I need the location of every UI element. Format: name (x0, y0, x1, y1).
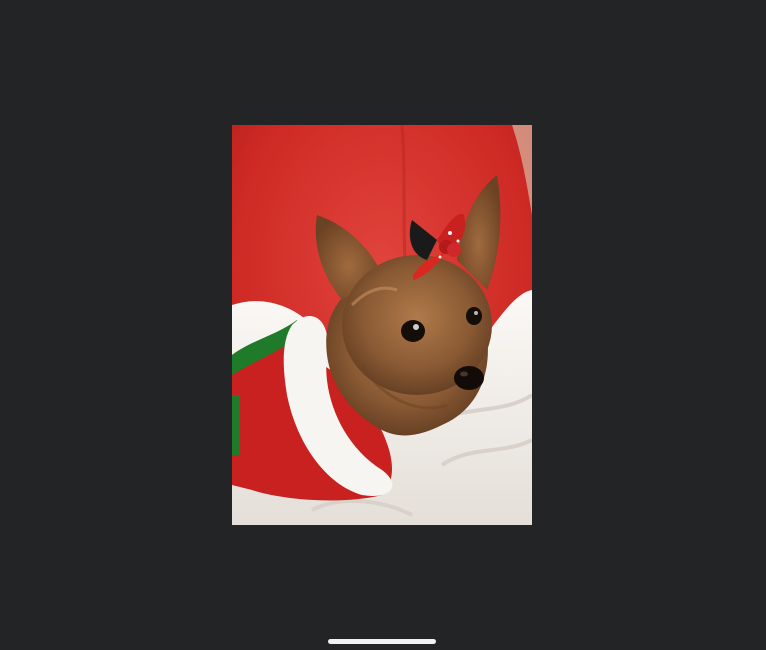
dog-photo-illustration (232, 125, 532, 525)
home-indicator-bar[interactable] (328, 639, 436, 644)
photo[interactable] (232, 125, 532, 525)
dog-eye-left (401, 320, 425, 342)
dog-eye-right (466, 307, 482, 325)
dog-nose (454, 366, 484, 390)
photo-viewer (0, 0, 766, 650)
